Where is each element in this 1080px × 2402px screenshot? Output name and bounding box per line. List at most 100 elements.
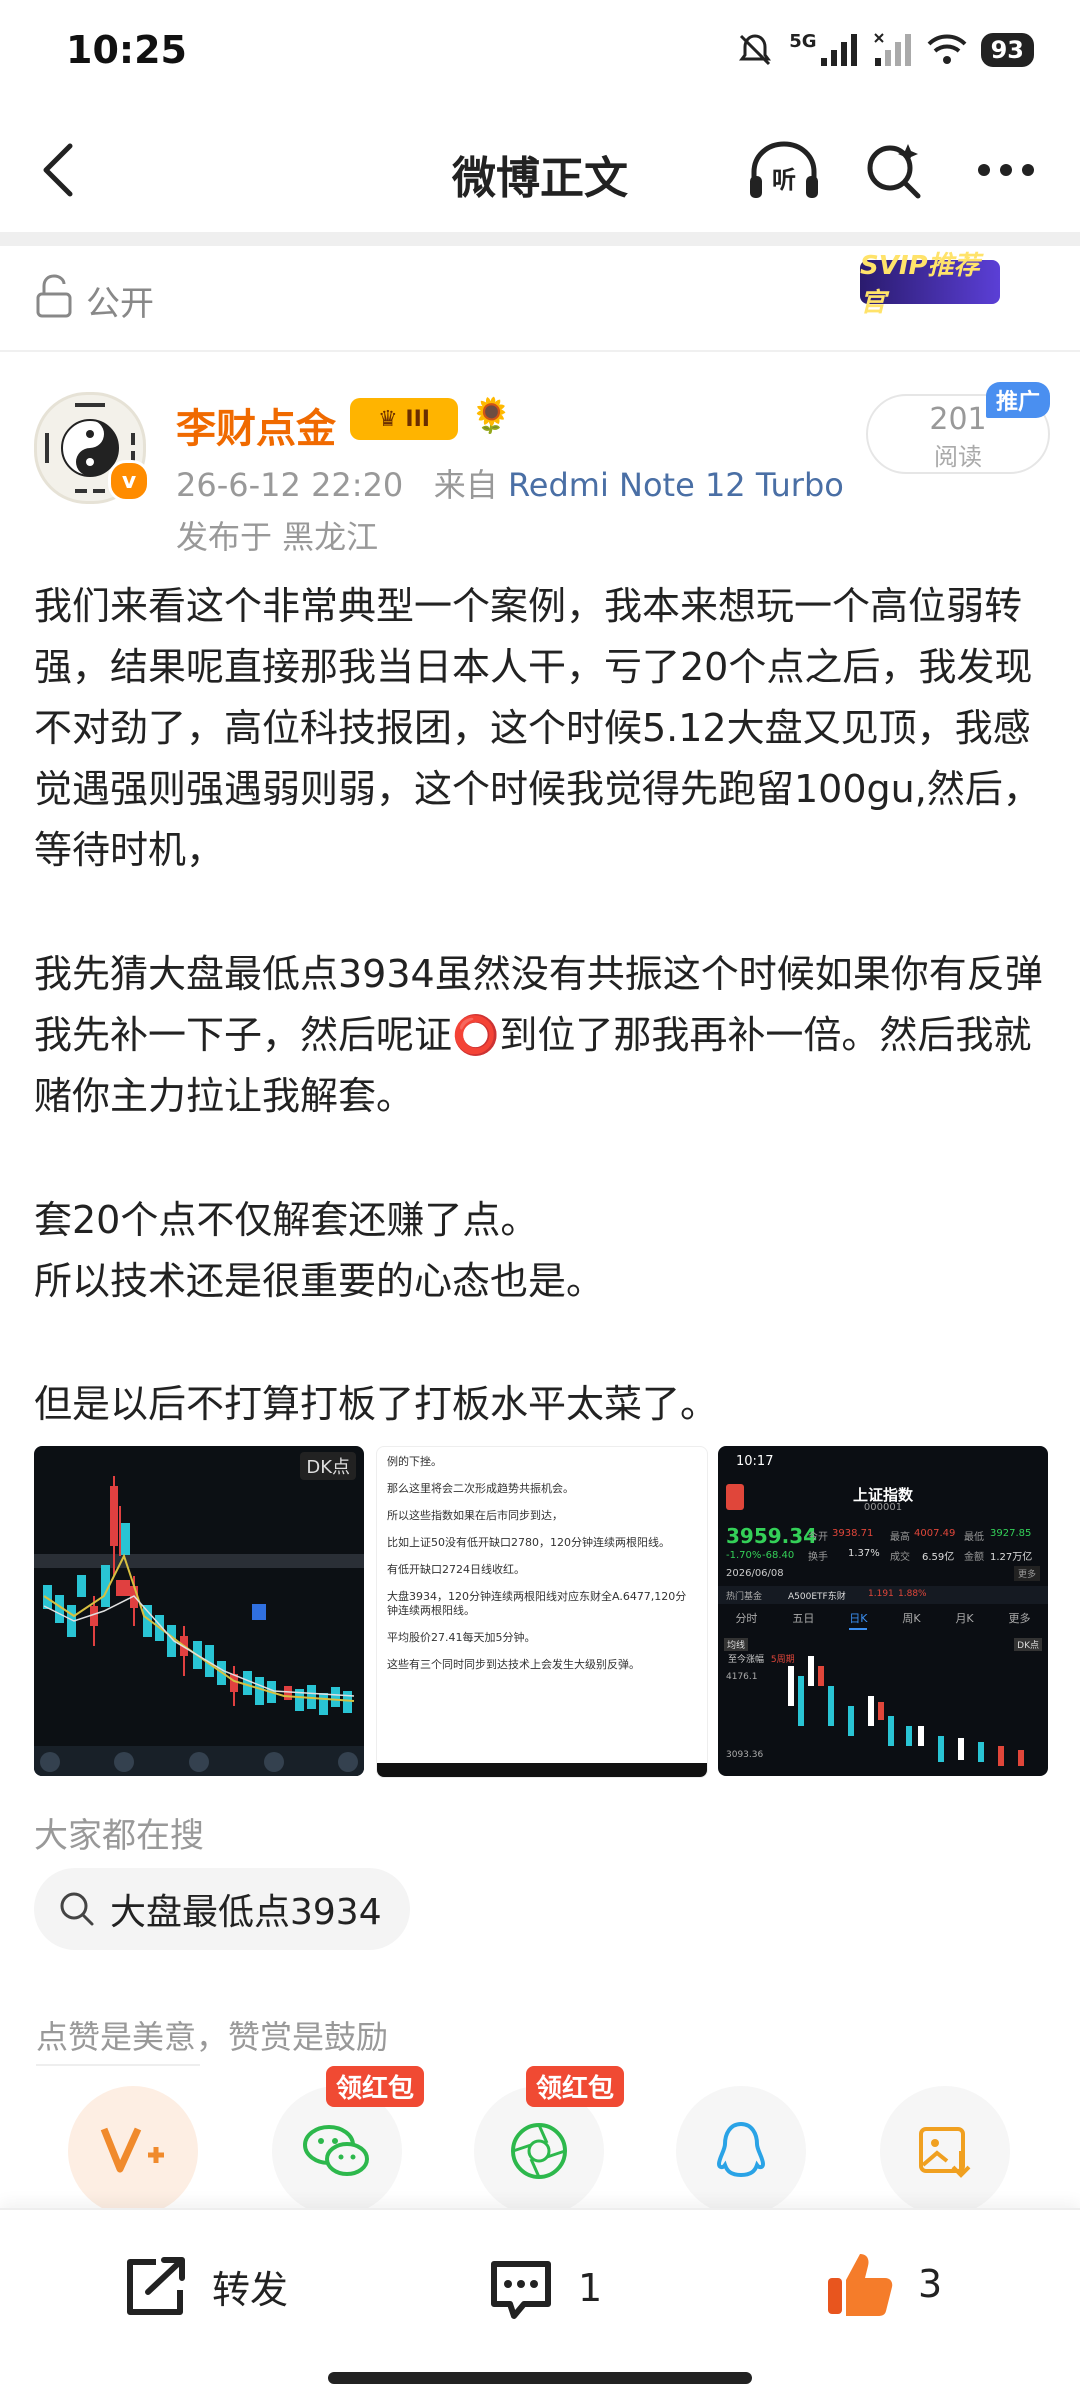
forward-icon (127, 2257, 185, 2315)
reward-caption: 点赞是美意，赞赏是鼓励 (36, 2018, 389, 2056)
img3-open: 3938.71 (832, 1528, 874, 1539)
text-screenshot-content: 例的下挫。 那么这里将会二次形成趋势共振机会。 所以这些指数如果在后市同步到达， 比如… (387, 1455, 697, 1685)
reward-v-button[interactable] (68, 2086, 198, 2216)
post-date: 26-6-12 22:20 (176, 466, 404, 504)
svg-text:听: 听 (772, 166, 796, 194)
crown-icon: ♛ (378, 406, 398, 432)
reads-label: 阅读 (934, 443, 982, 471)
forward-label: 转发 (212, 2267, 289, 2312)
img3-logo-icon (726, 1484, 744, 1510)
img3-low-label: 最低 (964, 1532, 984, 1543)
img3-fund-row: 热门基金 A500ETF东财 1.191 1.88% (718, 1586, 1048, 1604)
signal-icon (820, 34, 857, 66)
text-screenshot-line: 大盘3934，120分钟连续两根阳线对应东财全A.6477,120分钟连续两根阳… (387, 1590, 687, 1617)
img3-change: -1.70% (726, 1550, 762, 1561)
promote-badge[interactable]: 推广 (986, 382, 1051, 418)
img3-amount: 1.27万亿 (990, 1552, 1033, 1563)
mute-bell-icon (739, 34, 772, 66)
img3-date: 2026/06/08 (726, 1568, 784, 1579)
status-time: 10:25 (66, 28, 187, 72)
wechat-icon (303, 2125, 369, 2176)
img3-low: 3927.85 (990, 1528, 1032, 1539)
like-count: 3 (918, 2262, 943, 2306)
img3-fund-val: 1.191 (868, 1589, 894, 1599)
thumbs-up-icon (828, 2254, 893, 2316)
more-dots-icon (978, 164, 1034, 176)
img3-code: 000001 (863, 1502, 903, 1513)
trending-search-header: 大家都在搜 (34, 1816, 204, 1856)
status-icons: 5G 93 (735, 30, 1034, 70)
post-location: 发布于 黑龙江 (176, 518, 379, 556)
moments-aperture-icon (511, 2123, 567, 2179)
img3-fund-label: 热门基金 (726, 1592, 763, 1602)
headphones-icon: 听 (750, 141, 818, 198)
sunflower-badge-icon[interactable]: 🌻 (470, 396, 512, 436)
img3-price: 3959.34 (726, 1524, 818, 1548)
img3-high-label: 最高 (890, 1532, 910, 1543)
vplus-icon (100, 2127, 164, 2173)
post-image-2[interactable]: 例的下挫。 那么这里将会二次形成趋势共振机会。 所以这些指数如果在后市同步到达， 比如… (376, 1446, 708, 1778)
image-bottom-bar (377, 1763, 707, 1777)
text-screenshot-line: 这些有三个同时同步到达技术上会发生大级别反弹。 (387, 1658, 640, 1671)
post-paragraph-5: 但是以后不打算打板了打板水平太菜了。 (34, 1382, 719, 1426)
author-name[interactable]: 李财点金 (176, 396, 336, 454)
home-indicator[interactable] (328, 2372, 752, 2384)
img3-tab: 周K (902, 1612, 921, 1625)
img3-tab: 更多 (1008, 1612, 1031, 1625)
svip-badge[interactable]: SVIP推荐官 (860, 251, 1000, 318)
img3-more: 更多 (1013, 1566, 1040, 1581)
network-type: 5G (789, 30, 817, 52)
wifi-icon (927, 34, 967, 64)
img3-candles-image (788, 1656, 1024, 1766)
post-image-3[interactable]: 10:17 上证指数 000001 3959.34 -1.70% -68.40 … (718, 1446, 1048, 1776)
forward-button[interactable]: 转发 (120, 2254, 288, 2318)
redpack-tag-2[interactable]: 领红包 (526, 2066, 625, 2107)
text-screenshot-line: 有低开缺口2724日线收红。 (387, 1563, 525, 1576)
post-image-1[interactable]: DK点 (34, 1446, 364, 1776)
post-paragraph-1: 我们来看这个非常典型一个案例，我本来想玩一个高位弱转强，结果呢直接那我当日本人干… (34, 584, 1041, 872)
share-save-image-button[interactable] (880, 2086, 1010, 2216)
redpack-tag-1[interactable]: 领红包 (326, 2066, 425, 2107)
reward-divider (36, 2064, 200, 2066)
img3-tab: 月K (955, 1612, 974, 1625)
unlock-icon (36, 274, 72, 318)
text-screenshot-line: 平均股价27.41每天加5分钟。 (387, 1631, 536, 1644)
signal-2-icon (873, 33, 911, 66)
dk-tag: DK点 (300, 1452, 356, 1480)
img3-tabs: 分时 五日 日K 周K 月K 更多 (718, 1610, 1048, 1630)
img3-volume: 6.59亿 (922, 1552, 955, 1563)
post-meta: 26-6-12 22:20 来自 Redmi Note 12 Turbo (176, 460, 844, 506)
img3-tab: 五日 (792, 1612, 815, 1625)
qq-penguin-icon (716, 2121, 766, 2178)
text-screenshot-line: 比如上证50没有低开缺口2780，120分钟连续两根阳线。 (387, 1536, 670, 1549)
candlestick-chart-image (34, 1476, 364, 1776)
visibility-label: 公开 (86, 284, 154, 324)
search-button[interactable] (854, 130, 934, 210)
from-label: 来自 (433, 466, 498, 504)
listen-button[interactable]: 听 (744, 130, 824, 210)
device-name[interactable]: Redmi Note 12 Turbo (508, 466, 844, 504)
share-qq-button[interactable] (676, 2086, 806, 2216)
img3-amount-label: 金额 (964, 1552, 984, 1563)
more-button[interactable] (966, 130, 1046, 210)
search-icon (60, 1892, 94, 1926)
post-paragraph-3: 套20个点不仅解套还赚了点。 (34, 1198, 539, 1242)
status-bar: 10:25 5G 93 (0, 0, 1080, 100)
img3-open-label: 今开 (808, 1532, 828, 1543)
member-level-badge[interactable]: ♛ III (350, 398, 458, 440)
img3-time: 10:17 (736, 1454, 774, 1469)
text-screenshot-line: 例的下挫。 (387, 1455, 442, 1468)
comment-count: 1 (578, 2266, 603, 2310)
comment-button[interactable]: 1 (486, 2254, 602, 2322)
post-paragraph-4: 所以技术还是很重要的心态也是。 (34, 1259, 605, 1303)
img3-turnover-label: 换手 (808, 1552, 828, 1563)
search-suggestion-text: 大盘最低点3934 (110, 1892, 382, 1933)
text-screenshot-line: 所以这些指数如果在后市同步到达， (387, 1509, 563, 1522)
search-suggestion-chip[interactable]: 大盘最低点3934 (34, 1868, 410, 1950)
img3-change-pts: -68.40 (762, 1550, 795, 1561)
img3-tab: 分时 (735, 1612, 758, 1625)
like-button[interactable]: 3 (824, 2248, 942, 2320)
section-divider (0, 232, 1080, 246)
verified-badge: v (108, 460, 150, 502)
img3-fund-pct: 1.88% (898, 1589, 927, 1599)
